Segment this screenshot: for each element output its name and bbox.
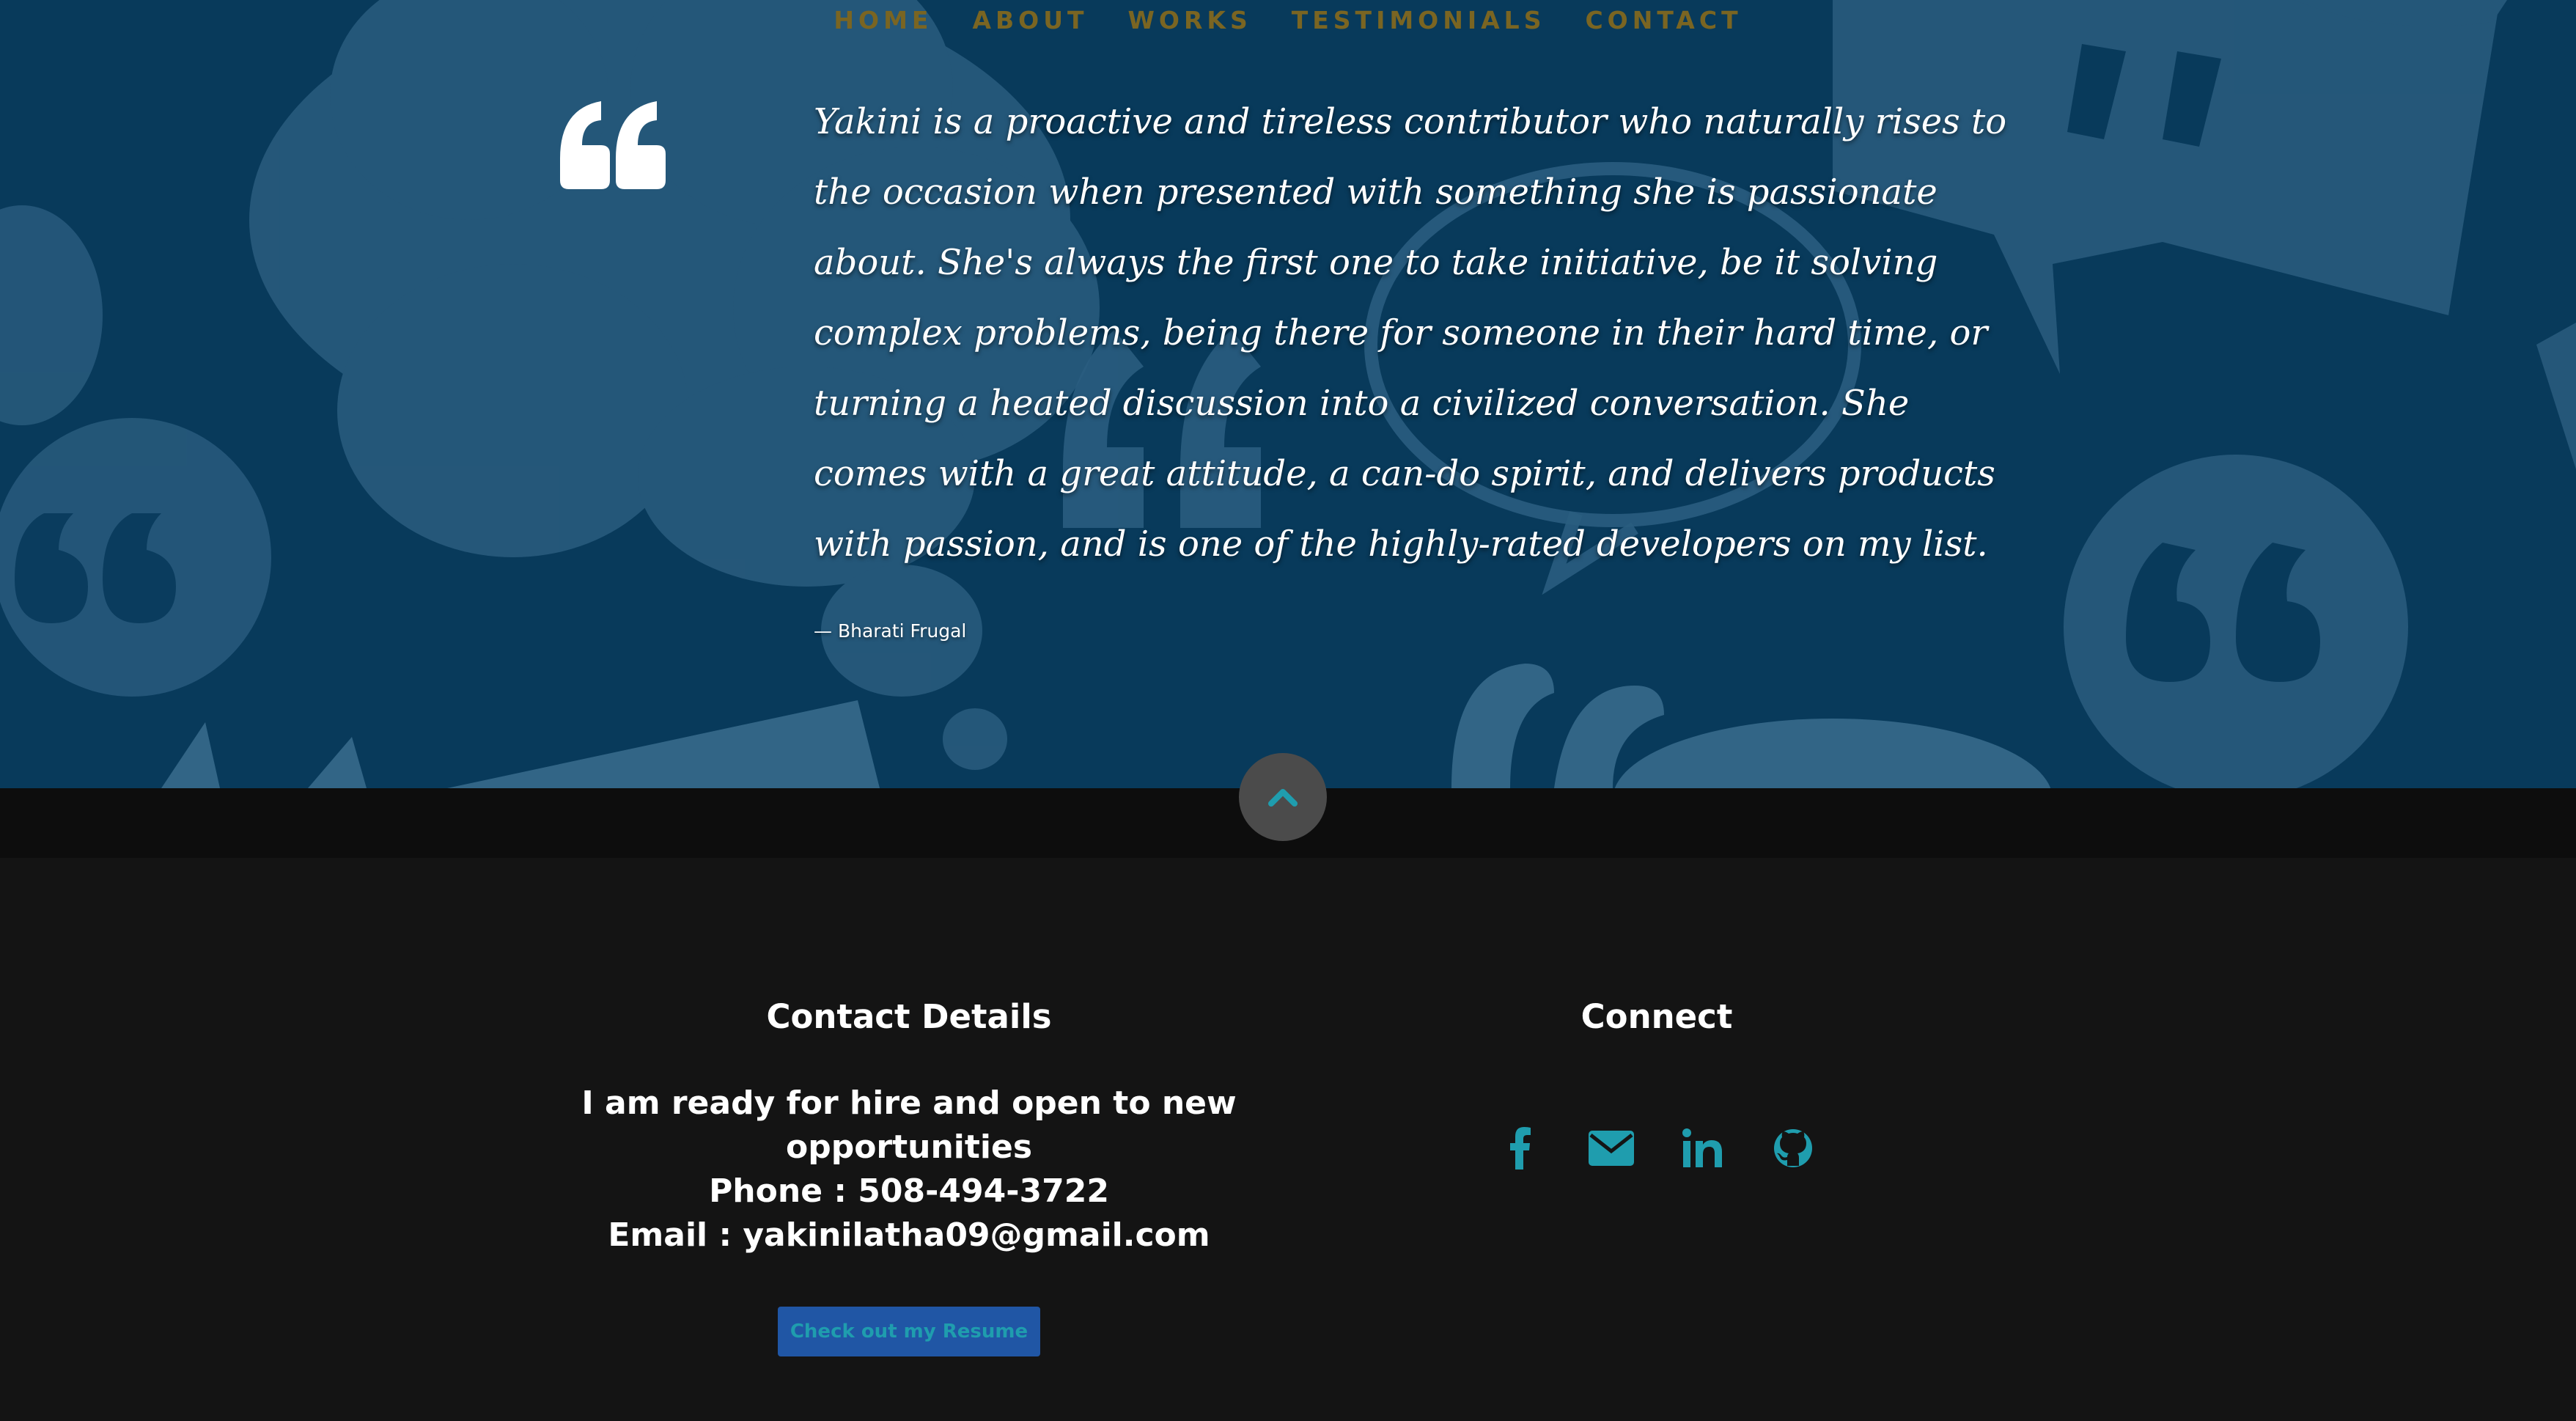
nav-about[interactable]: ABOUT <box>972 6 1088 44</box>
facebook-icon <box>1510 1127 1531 1170</box>
connect-title: Connect <box>1580 997 1733 1036</box>
scroll-to-top-button[interactable] <box>1239 753 1327 841</box>
testimonial-quote: Yakini is a proactive and tireless contr… <box>814 101 2007 565</box>
linkedin-link[interactable] <box>1676 1122 1729 1175</box>
social-links <box>1327 1122 1987 1175</box>
facebook-link[interactable] <box>1494 1122 1547 1175</box>
contact-info: I am ready for hire and open to new oppo… <box>579 1082 1239 1257</box>
github-link[interactable] <box>1767 1122 1819 1175</box>
quote-icon <box>560 101 666 189</box>
nav-home[interactable]: HOME <box>833 6 932 44</box>
email-link[interactable] <box>1585 1122 1638 1175</box>
email-text: Email : yakinilatha09@gmail.com <box>608 1216 1210 1254</box>
contact-details-title: Contact Details <box>766 997 1052 1036</box>
email-icon <box>1589 1131 1634 1166</box>
nav-contact[interactable]: CONTACT <box>1585 6 1742 44</box>
footer: Contact Details I am ready for hire and … <box>0 858 2576 1421</box>
nav-testimonials[interactable]: TESTIMONIALS <box>1292 6 1546 44</box>
chevron-up-icon <box>1268 789 1298 807</box>
hire-text-continued: opportunities <box>785 1128 1033 1166</box>
nav-works[interactable]: WORKS <box>1128 6 1252 44</box>
github-icon <box>1774 1129 1812 1167</box>
testimonial-author: — Bharati Frugal <box>814 620 967 642</box>
phone-text: Phone : 508-494-3722 <box>709 1172 1109 1210</box>
resume-button[interactable]: Check out my Resume <box>778 1307 1040 1356</box>
testimonials-section: HOME ABOUT WORKS TESTIMONIALS CONTACT Ya… <box>0 0 2576 788</box>
main-nav: HOME ABOUT WORKS TESTIMONIALS CONTACT <box>0 0 2576 44</box>
hire-text: I am ready for hire and open to new <box>581 1084 1237 1122</box>
linkedin-icon <box>1682 1128 1722 1167</box>
